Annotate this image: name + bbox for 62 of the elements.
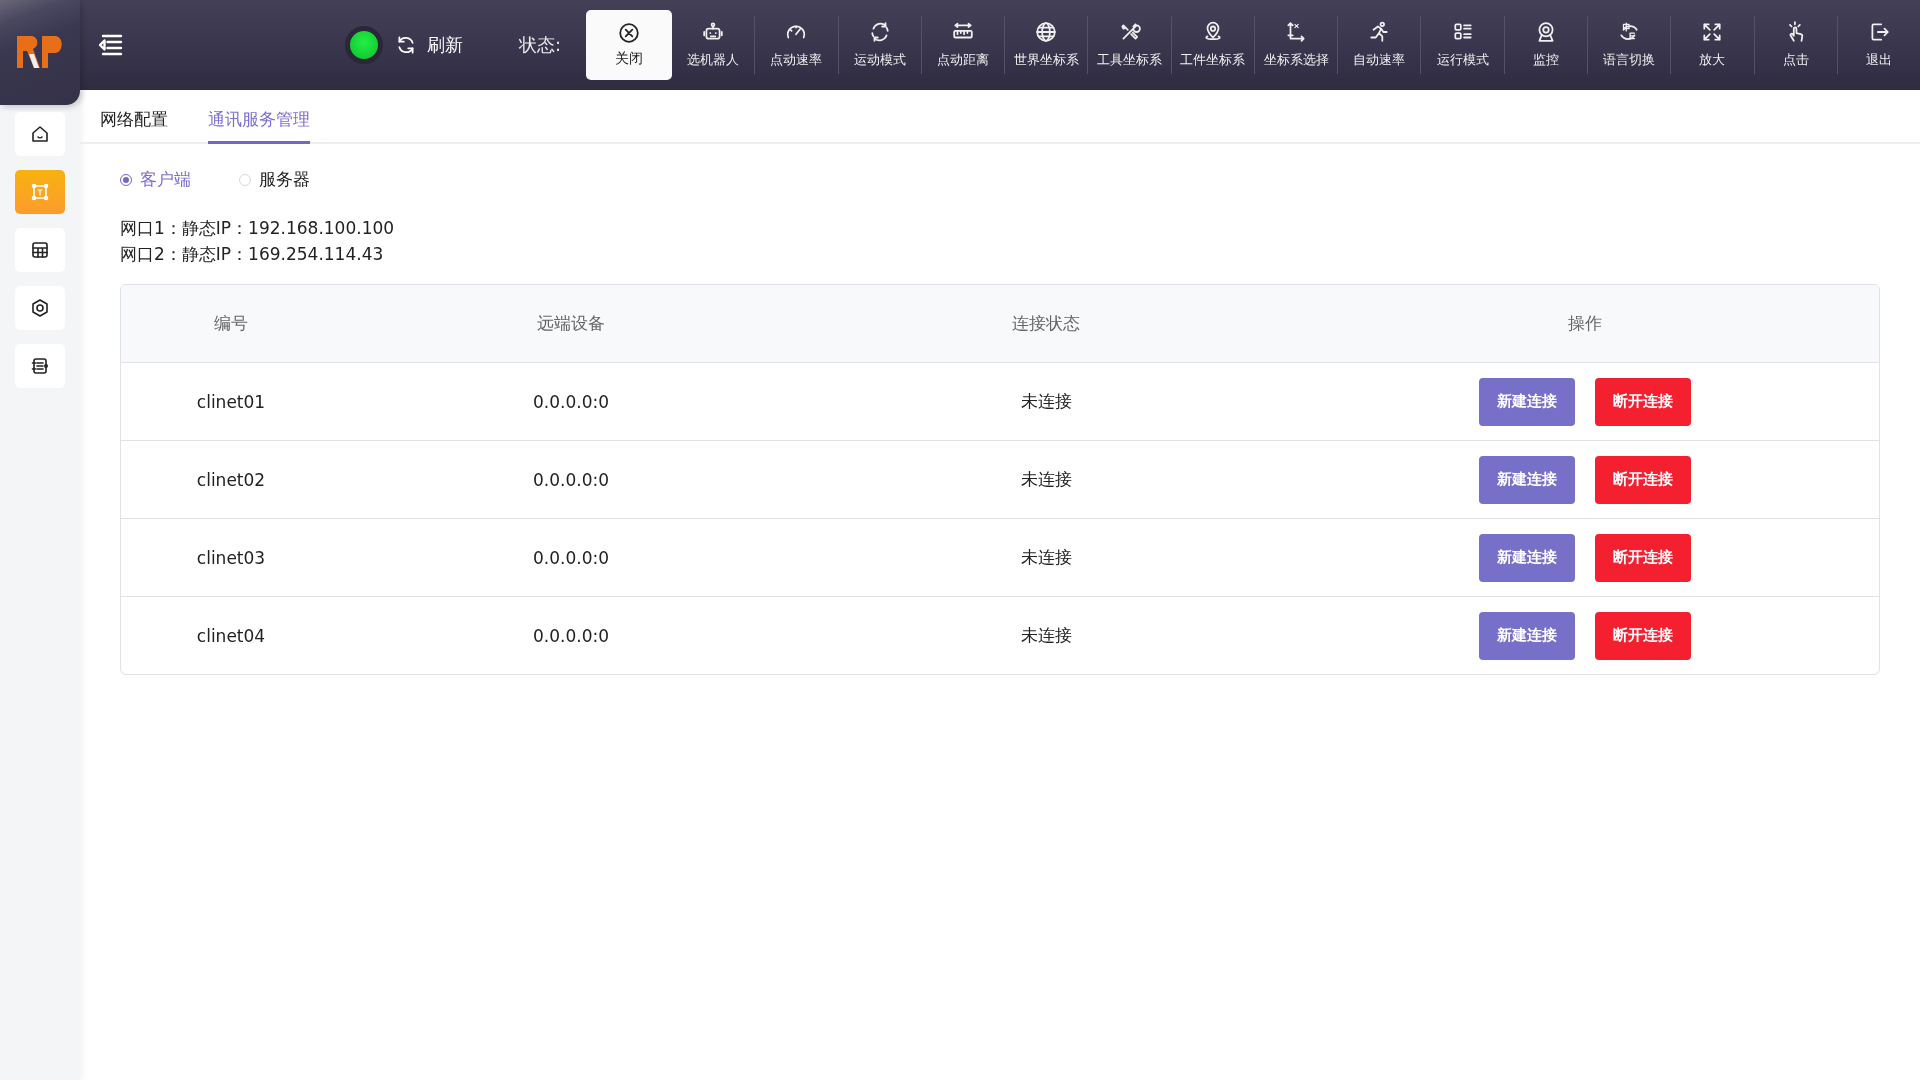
home-icon xyxy=(30,124,50,144)
toolbar-button[interactable]: 运动模式 xyxy=(837,16,921,74)
table-cell: 未连接 xyxy=(1020,546,1072,569)
table-cell: 0.0.0.0:0 xyxy=(533,391,609,412)
connect-button[interactable]: 新建连接 xyxy=(1479,611,1575,660)
toolbar-button[interactable]: 放大 xyxy=(1670,16,1754,74)
table-cell: 0.0.0.0:0 xyxy=(533,469,609,490)
toolbar-button[interactable]: 监控 xyxy=(1503,16,1587,74)
disconnect-button[interactable]: 断开连接 xyxy=(1595,377,1691,426)
tab[interactable]: 通讯服务管理 xyxy=(208,108,310,144)
connect-button[interactable]: 新建连接 xyxy=(1479,455,1575,504)
table-cell: clinet04 xyxy=(196,625,266,646)
wrench-screwdriver-icon xyxy=(1118,21,1141,43)
circular-arrows-icon xyxy=(868,21,891,43)
text-frame-icon xyxy=(30,182,50,202)
toolbar-button[interactable]: 运行模式 xyxy=(1420,16,1504,74)
table-cell: clinet03 xyxy=(196,547,266,568)
expand-icon xyxy=(1701,21,1724,43)
toolbar-button[interactable]: 工件坐标系 xyxy=(1170,16,1254,74)
table-cell: 未连接 xyxy=(1020,624,1072,647)
disconnect-button[interactable]: 断开连接 xyxy=(1595,533,1691,582)
toolbar-button[interactable]: 坐标系选择 xyxy=(1253,16,1338,74)
connect-button[interactable]: 新建连接 xyxy=(1479,533,1575,582)
toolbar-button[interactable]: 自动速率 xyxy=(1337,16,1421,74)
close-button[interactable]: 关闭 xyxy=(586,10,673,80)
toolbar-button[interactable]: 世界坐标系 xyxy=(1004,16,1088,74)
radio-option[interactable]: 客户端 xyxy=(120,168,191,191)
table-cell: clinet01 xyxy=(196,391,266,412)
connect-button[interactable]: 新建连接 xyxy=(1479,377,1575,426)
table-cell: 0.0.0.0:0 xyxy=(533,547,609,568)
sidebar-button[interactable] xyxy=(15,112,65,156)
tab[interactable]: 网络配置 xyxy=(100,108,168,144)
sidebar-button[interactable] xyxy=(15,344,65,388)
toolbar-button[interactable]: 工具坐标系 xyxy=(1087,16,1171,74)
table-cell: clinet02 xyxy=(196,469,266,490)
refresh-button[interactable]: 刷新 xyxy=(395,33,463,57)
port-ip-text: 网口2：静态IP：169.254.114.43 xyxy=(120,244,384,264)
radio-option[interactable]: 服务器 xyxy=(239,168,310,191)
column-header: 操作 xyxy=(1568,312,1602,335)
table-cell: 未连接 xyxy=(1020,390,1072,413)
table-icon xyxy=(30,240,50,260)
sidebar-button[interactable] xyxy=(15,228,65,272)
notebook-icon xyxy=(30,356,50,376)
toolbar-button[interactable]: 退出 xyxy=(1836,16,1920,74)
toolbar-button[interactable]: 点动速率 xyxy=(754,16,838,74)
hexagon-nut-icon xyxy=(30,298,50,318)
toolbar-button[interactable]: 语言切换 xyxy=(1587,16,1671,74)
status-label: 状态: xyxy=(519,33,562,57)
table-cell: 未连接 xyxy=(1020,468,1072,491)
toolbar-button[interactable]: 点击 xyxy=(1753,16,1837,74)
globe-icon xyxy=(1035,21,1058,43)
disconnect-button[interactable]: 断开连接 xyxy=(1595,455,1691,504)
port-ip-text: 网口1：静态IP：192.168.100.100 xyxy=(120,218,395,238)
toolbar-button[interactable]: 选机器人 xyxy=(672,16,755,74)
column-header: 编号 xyxy=(214,312,248,335)
toolbar-button[interactable]: 点动距离 xyxy=(920,16,1005,74)
axes-icon xyxy=(1285,21,1308,43)
table-cell: 0.0.0.0:0 xyxy=(533,625,609,646)
column-header: 远端设备 xyxy=(537,312,605,335)
column-header: 连接状态 xyxy=(1012,312,1080,335)
disconnect-button[interactable]: 断开连接 xyxy=(1595,611,1691,660)
sidebar-button[interactable] xyxy=(15,286,65,330)
